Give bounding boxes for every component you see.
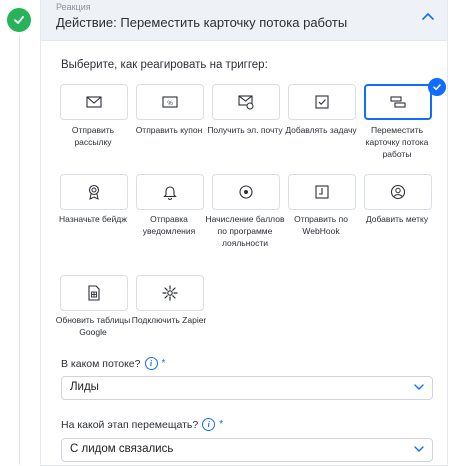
step-rail: [0, 0, 40, 465]
required-mark: *: [219, 419, 224, 430]
stage-question: На какой этап перемещать? i *: [61, 418, 223, 431]
badge-icon: [88, 184, 100, 200]
chevron-down-icon: [414, 384, 424, 390]
flow-question: В каком потоке? i *: [61, 357, 165, 370]
workflow-card-icon: [390, 96, 406, 108]
stage-select[interactable]: С лидом связались: [61, 438, 433, 462]
stage-question-label: На какой этап перемещать?: [61, 418, 199, 431]
action-label: Добавлять задачу: [285, 125, 357, 135]
webhook-icon: [315, 185, 329, 199]
selected-check-icon: [428, 78, 446, 96]
action-tile-assign-badge[interactable]: [60, 174, 128, 210]
trigger-prompt: Выберите, как реагировать на триггер:: [61, 59, 268, 71]
action-label: Обновить таблицы Google: [55, 315, 131, 337]
svg-text:%: %: [167, 101, 173, 107]
action-tile-send-notification[interactable]: [136, 174, 204, 210]
action-label: Получить эл. почту: [207, 125, 283, 135]
chevron-down-icon: [414, 446, 424, 452]
action-tile-send-coupon[interactable]: %: [136, 84, 204, 120]
required-mark: *: [161, 358, 166, 369]
stage-select-value: С лидом связались: [70, 443, 174, 455]
action-label: Отправить по WebHook: [294, 214, 348, 236]
info-icon[interactable]: i: [202, 418, 216, 431]
info-icon[interactable]: i: [144, 357, 158, 370]
step-complete-icon: [7, 8, 31, 32]
envelope-icon: [86, 96, 102, 108]
step-connector-line: [19, 34, 20, 465]
email-receive-icon: [238, 95, 254, 110]
panel-header[interactable]: Реакция Действие: Переместить карточку п…: [41, 0, 447, 41]
action-tile-add-label[interactable]: [364, 174, 432, 210]
action-tile-zapier[interactable]: [136, 275, 204, 311]
action-label: Отправить купон: [135, 125, 203, 135]
zapier-icon: [162, 285, 178, 301]
action-tile-receive-email[interactable]: [212, 84, 280, 120]
action-tile-webhook[interactable]: [288, 174, 356, 210]
action-tile-send-newsletter[interactable]: [60, 84, 128, 120]
action-tile-loyalty-points[interactable]: [212, 174, 280, 210]
loyalty-points-icon: [239, 185, 253, 199]
flow-select-value: Лиды: [70, 381, 99, 393]
flow-select[interactable]: Лиды: [61, 376, 433, 400]
header-caption: Реакция: [56, 2, 91, 12]
google-sheets-icon: [88, 285, 100, 301]
action-label: Начисление баллов по программе лояльност…: [205, 214, 285, 248]
action-label: Отправка уведомления: [142, 214, 196, 236]
label-user-icon: [390, 184, 406, 200]
action-panel: Реакция Действие: Переместить карточку п…: [40, 0, 448, 466]
coupon-icon: %: [162, 96, 178, 108]
action-tile-google-sheets[interactable]: [60, 275, 128, 311]
chevron-up-icon[interactable]: [420, 9, 436, 23]
task-check-icon: [315, 95, 329, 109]
action-label: Отправить рассылку: [71, 125, 115, 147]
action-tile-add-task[interactable]: [288, 84, 356, 120]
bell-icon: [163, 186, 177, 200]
header-title: Действие: Переместить карточку потока ра…: [56, 15, 348, 30]
action-label: Переместить карточку потока работы: [365, 125, 429, 159]
action-label: Назначьте бейдж: [59, 214, 127, 224]
flow-question-label: В каком потоке?: [61, 357, 141, 370]
action-label: Подключить Zapier: [131, 315, 207, 325]
action-label: Добавить метку: [365, 214, 429, 224]
action-tile-move-workflow-card[interactable]: [364, 84, 432, 120]
